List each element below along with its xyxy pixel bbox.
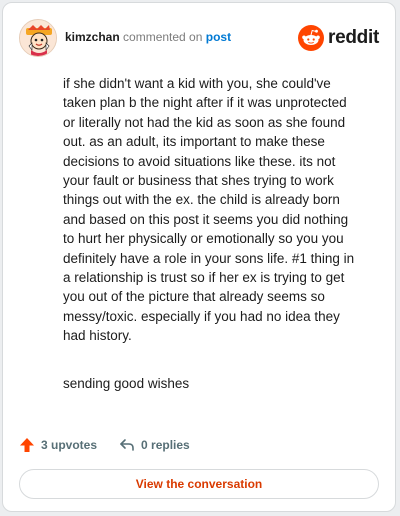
username[interactable]: kimzchan [65, 30, 120, 44]
comment-body: if she didn't want a kid with you, she c… [63, 76, 355, 344]
upvote-button[interactable]: 3 upvotes [19, 437, 97, 453]
comment-meta: kimzchan commented on post [65, 30, 231, 44]
comment-closing: sending good wishes [63, 376, 190, 391]
reddit-wordmark: reddit [328, 27, 379, 48]
comment-card: kimzchan commented on post reddit if she… [2, 2, 396, 512]
upvote-arrow-icon [20, 438, 34, 452]
replies-count: 0 replies [141, 438, 190, 452]
avatar[interactable] [19, 19, 57, 57]
reddit-brand[interactable]: reddit [298, 25, 379, 51]
reddit-logo-icon [298, 25, 325, 51]
comment-actions: 3 upvotes 0 replies [19, 435, 190, 455]
view-conversation-button[interactable]: View the conversation [19, 469, 379, 499]
post-link[interactable]: post [206, 30, 231, 44]
upvote-count: 3 upvotes [41, 438, 98, 452]
commented-on-label: commented on [123, 30, 203, 44]
comment-header: kimzchan commented on post reddit [19, 19, 379, 59]
reply-arrow-icon [120, 439, 134, 451]
replies-button[interactable]: 0 replies [119, 438, 190, 452]
